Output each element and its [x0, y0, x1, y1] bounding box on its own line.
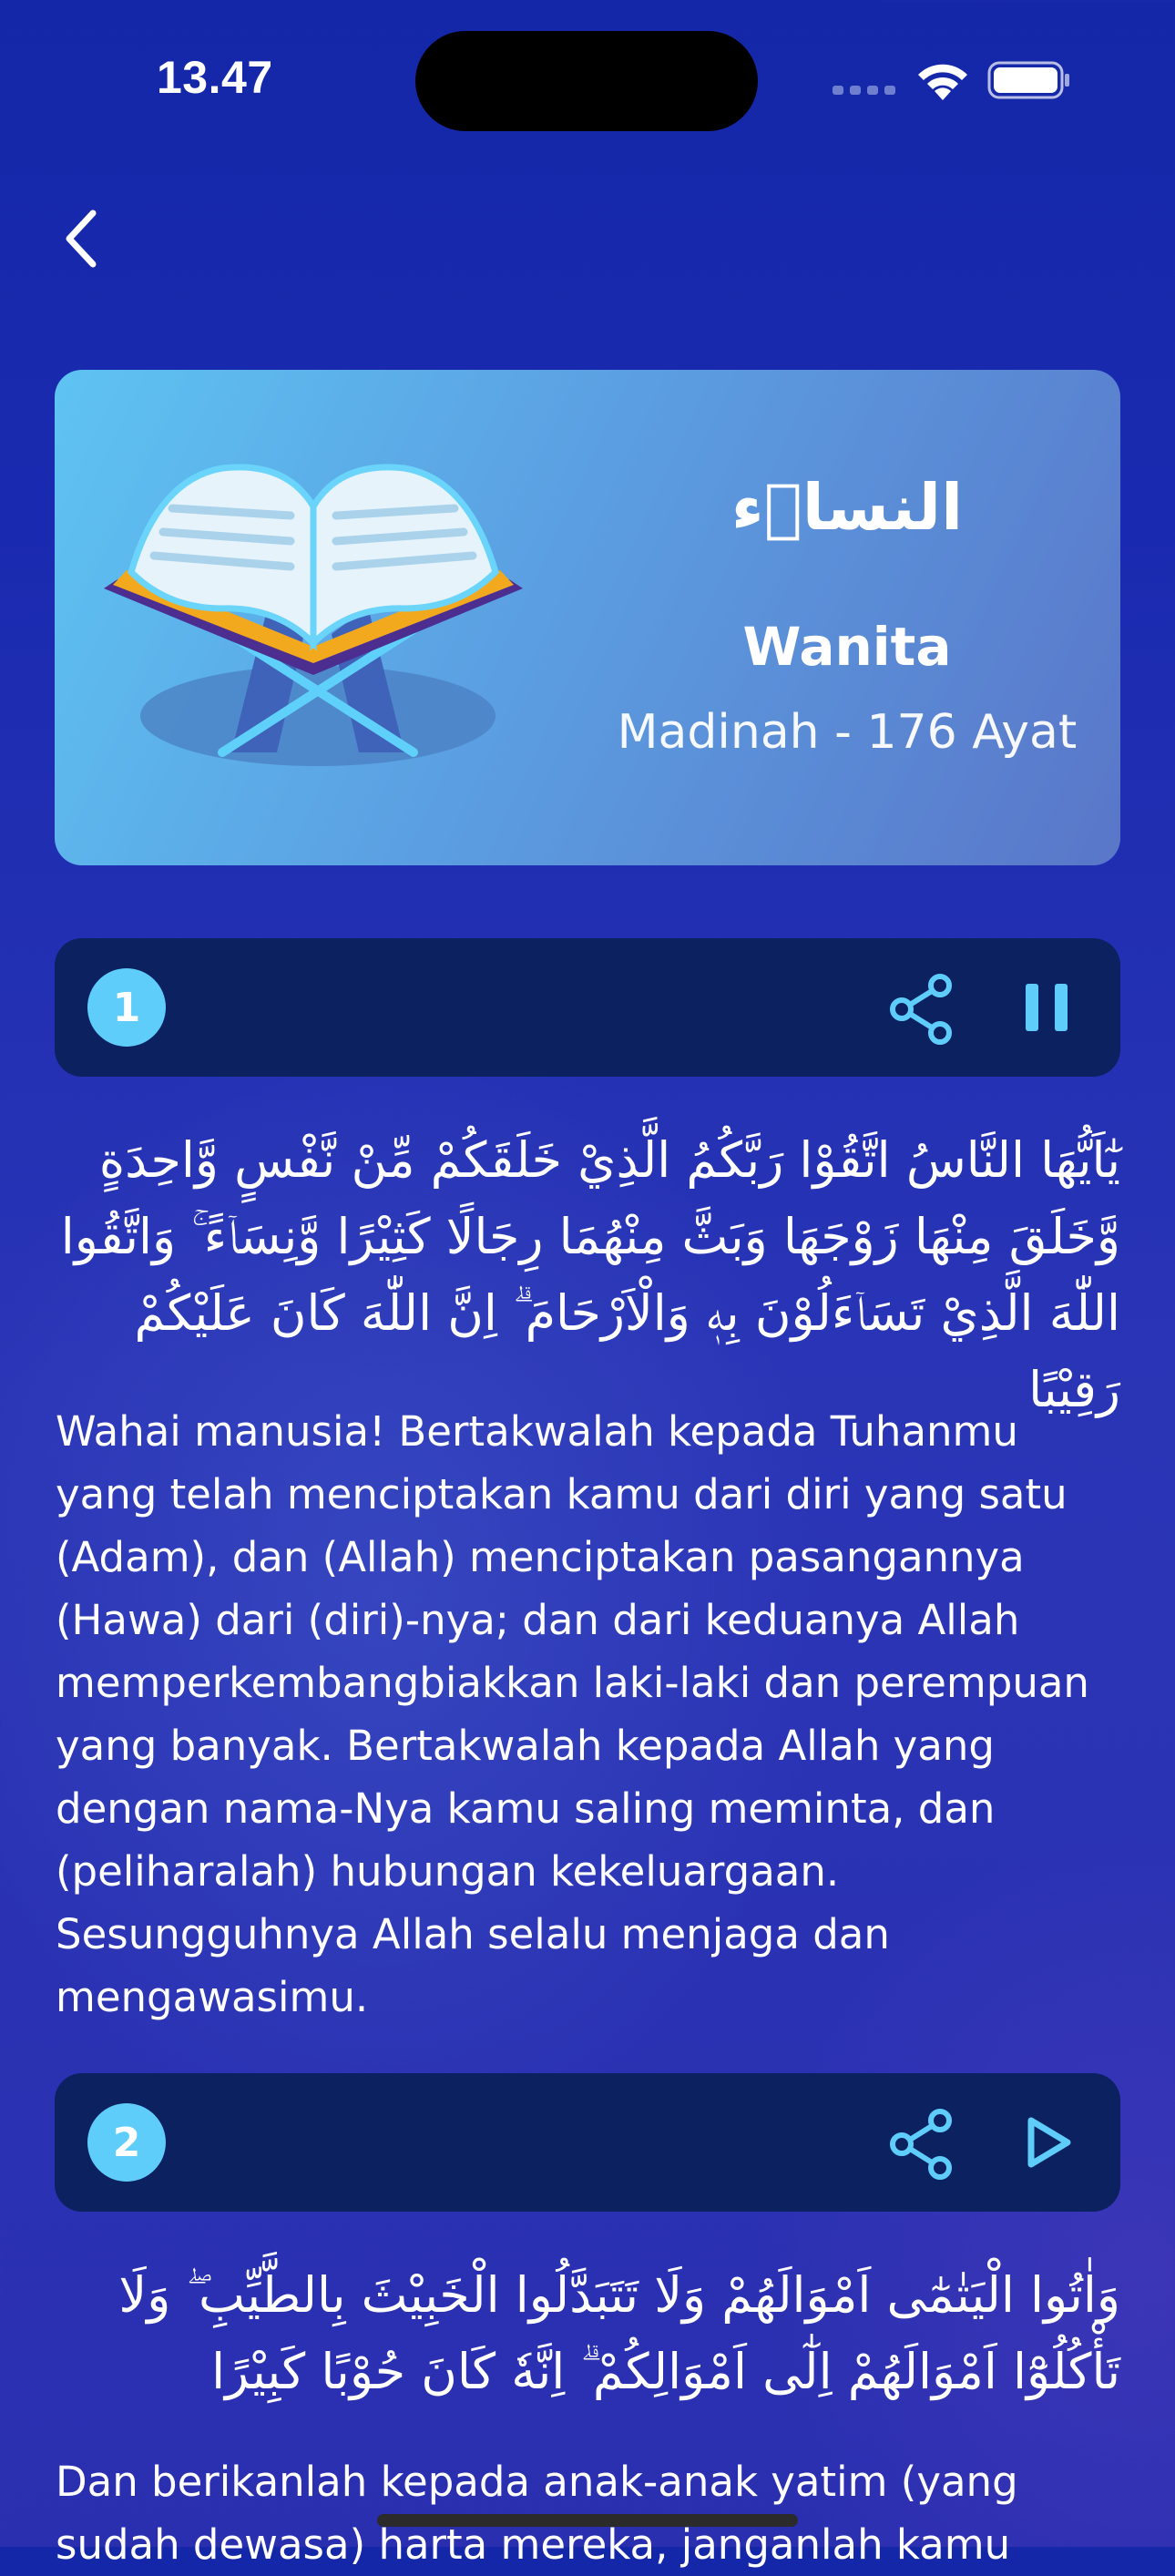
ayah-arabic-text: وَاٰتُوا الْيَتٰمٰٓى اَمْوَالَهُمْ وَلَا…: [118, 2266, 1120, 2400]
ayah-number-badge: 2: [87, 2103, 166, 2182]
surah-info: Madinah - 176 Ayat: [617, 705, 1078, 760]
open-quran-icon: [104, 464, 523, 766]
surah-header-card: النساۤء Wanita Madinah - 176 Ayat: [55, 370, 1120, 865]
chevron-left-icon: [66, 210, 97, 268]
status-bar: 13.47: [0, 0, 1175, 137]
battery-icon: [987, 61, 1069, 99]
surah-meaning: Wanita: [742, 616, 952, 678]
ayah-translation: Wahai manusia! Bertakwalah kepada Tuhanm…: [56, 1407, 1089, 2021]
wifi-icon: [918, 64, 967, 100]
ayah-arabic-text: يٰٓاَيُّهَا النَّاسُ اتَّقُوْا رَبَّكُمُ…: [60, 1131, 1120, 1418]
ayah-number-badge: 1: [87, 968, 166, 1047]
cellular-signal-icon: [833, 86, 895, 95]
ayah-toolbar: 2: [55, 2073, 1120, 2212]
ayah-translation: Dan berikanlah kepada anak-anak yatim (y…: [56, 2458, 1018, 2569]
play-icon[interactable]: [1013, 2108, 1082, 2177]
surah-arabic-name: النساۤء: [731, 470, 964, 545]
dynamic-island: [415, 31, 758, 131]
surah-title-block: النساۤء Wanita Madinah - 176 Ayat: [565, 370, 1120, 865]
share-icon[interactable]: [885, 973, 958, 1046]
back-button[interactable]: [51, 202, 124, 275]
home-indicator[interactable]: [377, 2514, 798, 2527]
ayah-toolbar: 1: [55, 938, 1120, 1077]
share-icon[interactable]: [885, 2108, 958, 2181]
pause-icon[interactable]: [1013, 973, 1082, 1042]
status-time: 13.47: [157, 52, 273, 103]
